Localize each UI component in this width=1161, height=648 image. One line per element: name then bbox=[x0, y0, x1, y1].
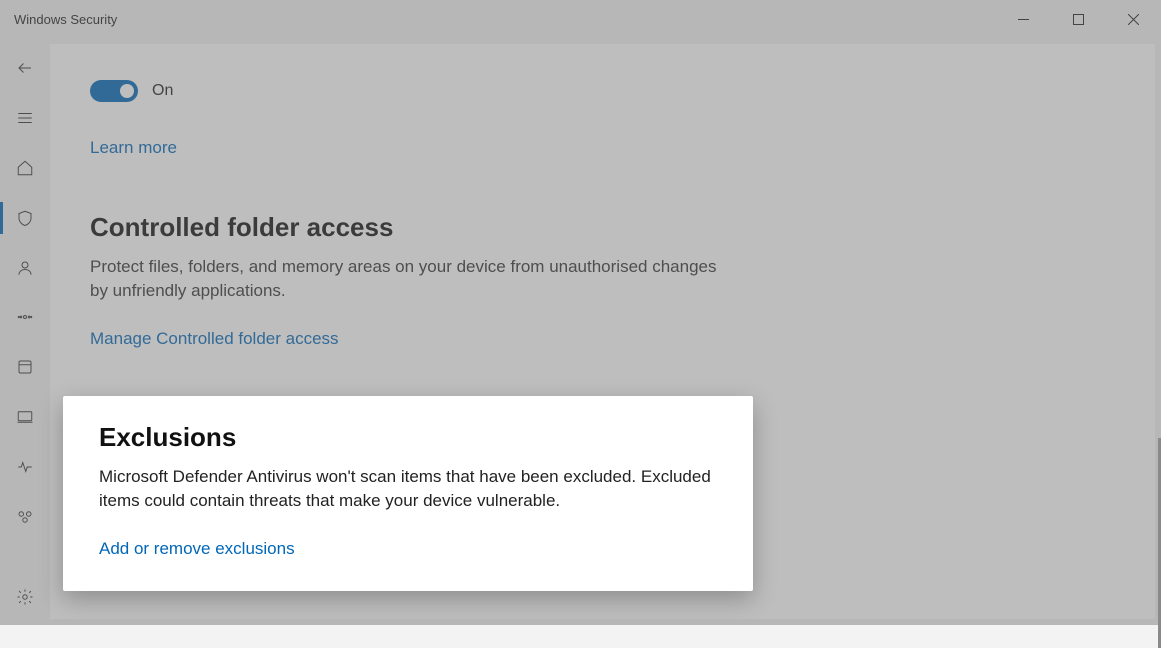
add-remove-exclusions-link[interactable]: Add or remove exclusions bbox=[99, 539, 717, 559]
exclusions-body: Microsoft Defender Antivirus won't scan … bbox=[99, 465, 717, 513]
exclusions-card: Exclusions Microsoft Defender Antivirus … bbox=[63, 396, 753, 591]
exclusions-heading: Exclusions bbox=[99, 422, 717, 453]
